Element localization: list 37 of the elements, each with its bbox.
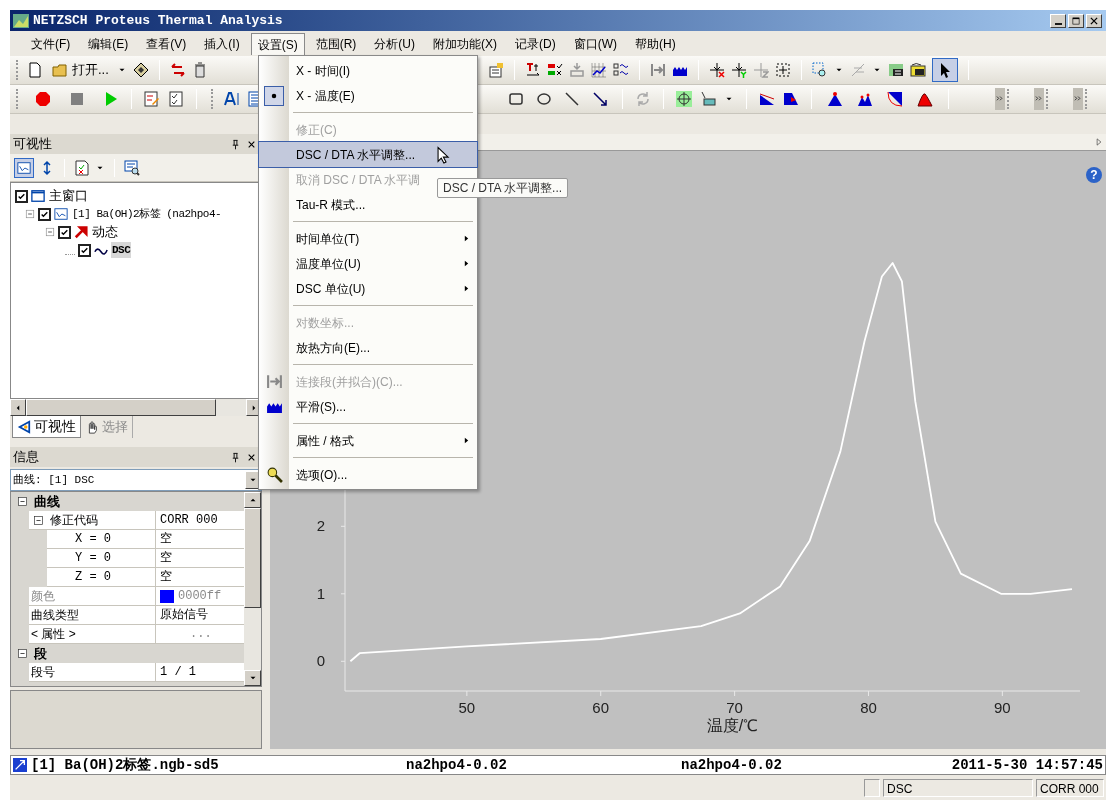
property-label: < 属性 > <box>30 626 76 643</box>
window-title: NETZSCH Proteus Thermal Analysis <box>33 11 283 30</box>
property-label: 颜色 <box>30 588 55 605</box>
document-info: na2hpo4-0.02 <box>680 755 783 775</box>
document-info: [1] Ba(OH)2标签.ngb-sd5 <box>30 755 220 775</box>
property-label: 修正代码 <box>49 512 98 529</box>
property-label: Y = 0 <box>74 550 111 567</box>
category-label: 段 <box>34 644 47 663</box>
category-label: 曲线 <box>34 492 60 511</box>
x-tick-label: 70 <box>726 699 743 716</box>
property-label: 段号 <box>30 664 55 681</box>
x-axis-title: 温度/℃ <box>706 717 759 734</box>
y-tick-label: 2 <box>316 517 325 535</box>
property-label: Z = 0 <box>74 569 111 586</box>
document-info: 2011-5-30 14:57:45 <box>950 755 1103 775</box>
property-label: 曲线类型 <box>30 607 79 624</box>
status-text: DSC <box>883 779 1033 797</box>
tooltip: DSC / DTA 水平调整... <box>437 178 569 198</box>
property-value: 空 <box>160 569 172 586</box>
property-value: ... <box>189 626 212 643</box>
y-tick-label: 1 <box>316 584 325 602</box>
x-tick-label: 80 <box>860 699 877 716</box>
property-value: 0000ff <box>178 588 222 605</box>
y-tick-label: 0 <box>316 652 325 670</box>
document-info: na2hpo4-0.02 <box>405 755 508 775</box>
status-text: CORR 000 <box>1036 779 1104 797</box>
property-value: 空 <box>160 550 172 567</box>
x-tick-label: 50 <box>458 699 476 716</box>
x-tick-label: 90 <box>994 699 1011 716</box>
panel-title: 信息 <box>13 448 40 467</box>
x-tick-label: 60 <box>592 699 610 716</box>
property-value: CORR 000 <box>160 512 218 529</box>
property-value: 1 / 1 <box>160 664 196 681</box>
property-value: 空 <box>160 531 172 548</box>
property-value: 原始信号 <box>160 607 208 624</box>
panel-title: 可视性 <box>13 135 53 154</box>
property-label: X = 0 <box>74 531 111 548</box>
